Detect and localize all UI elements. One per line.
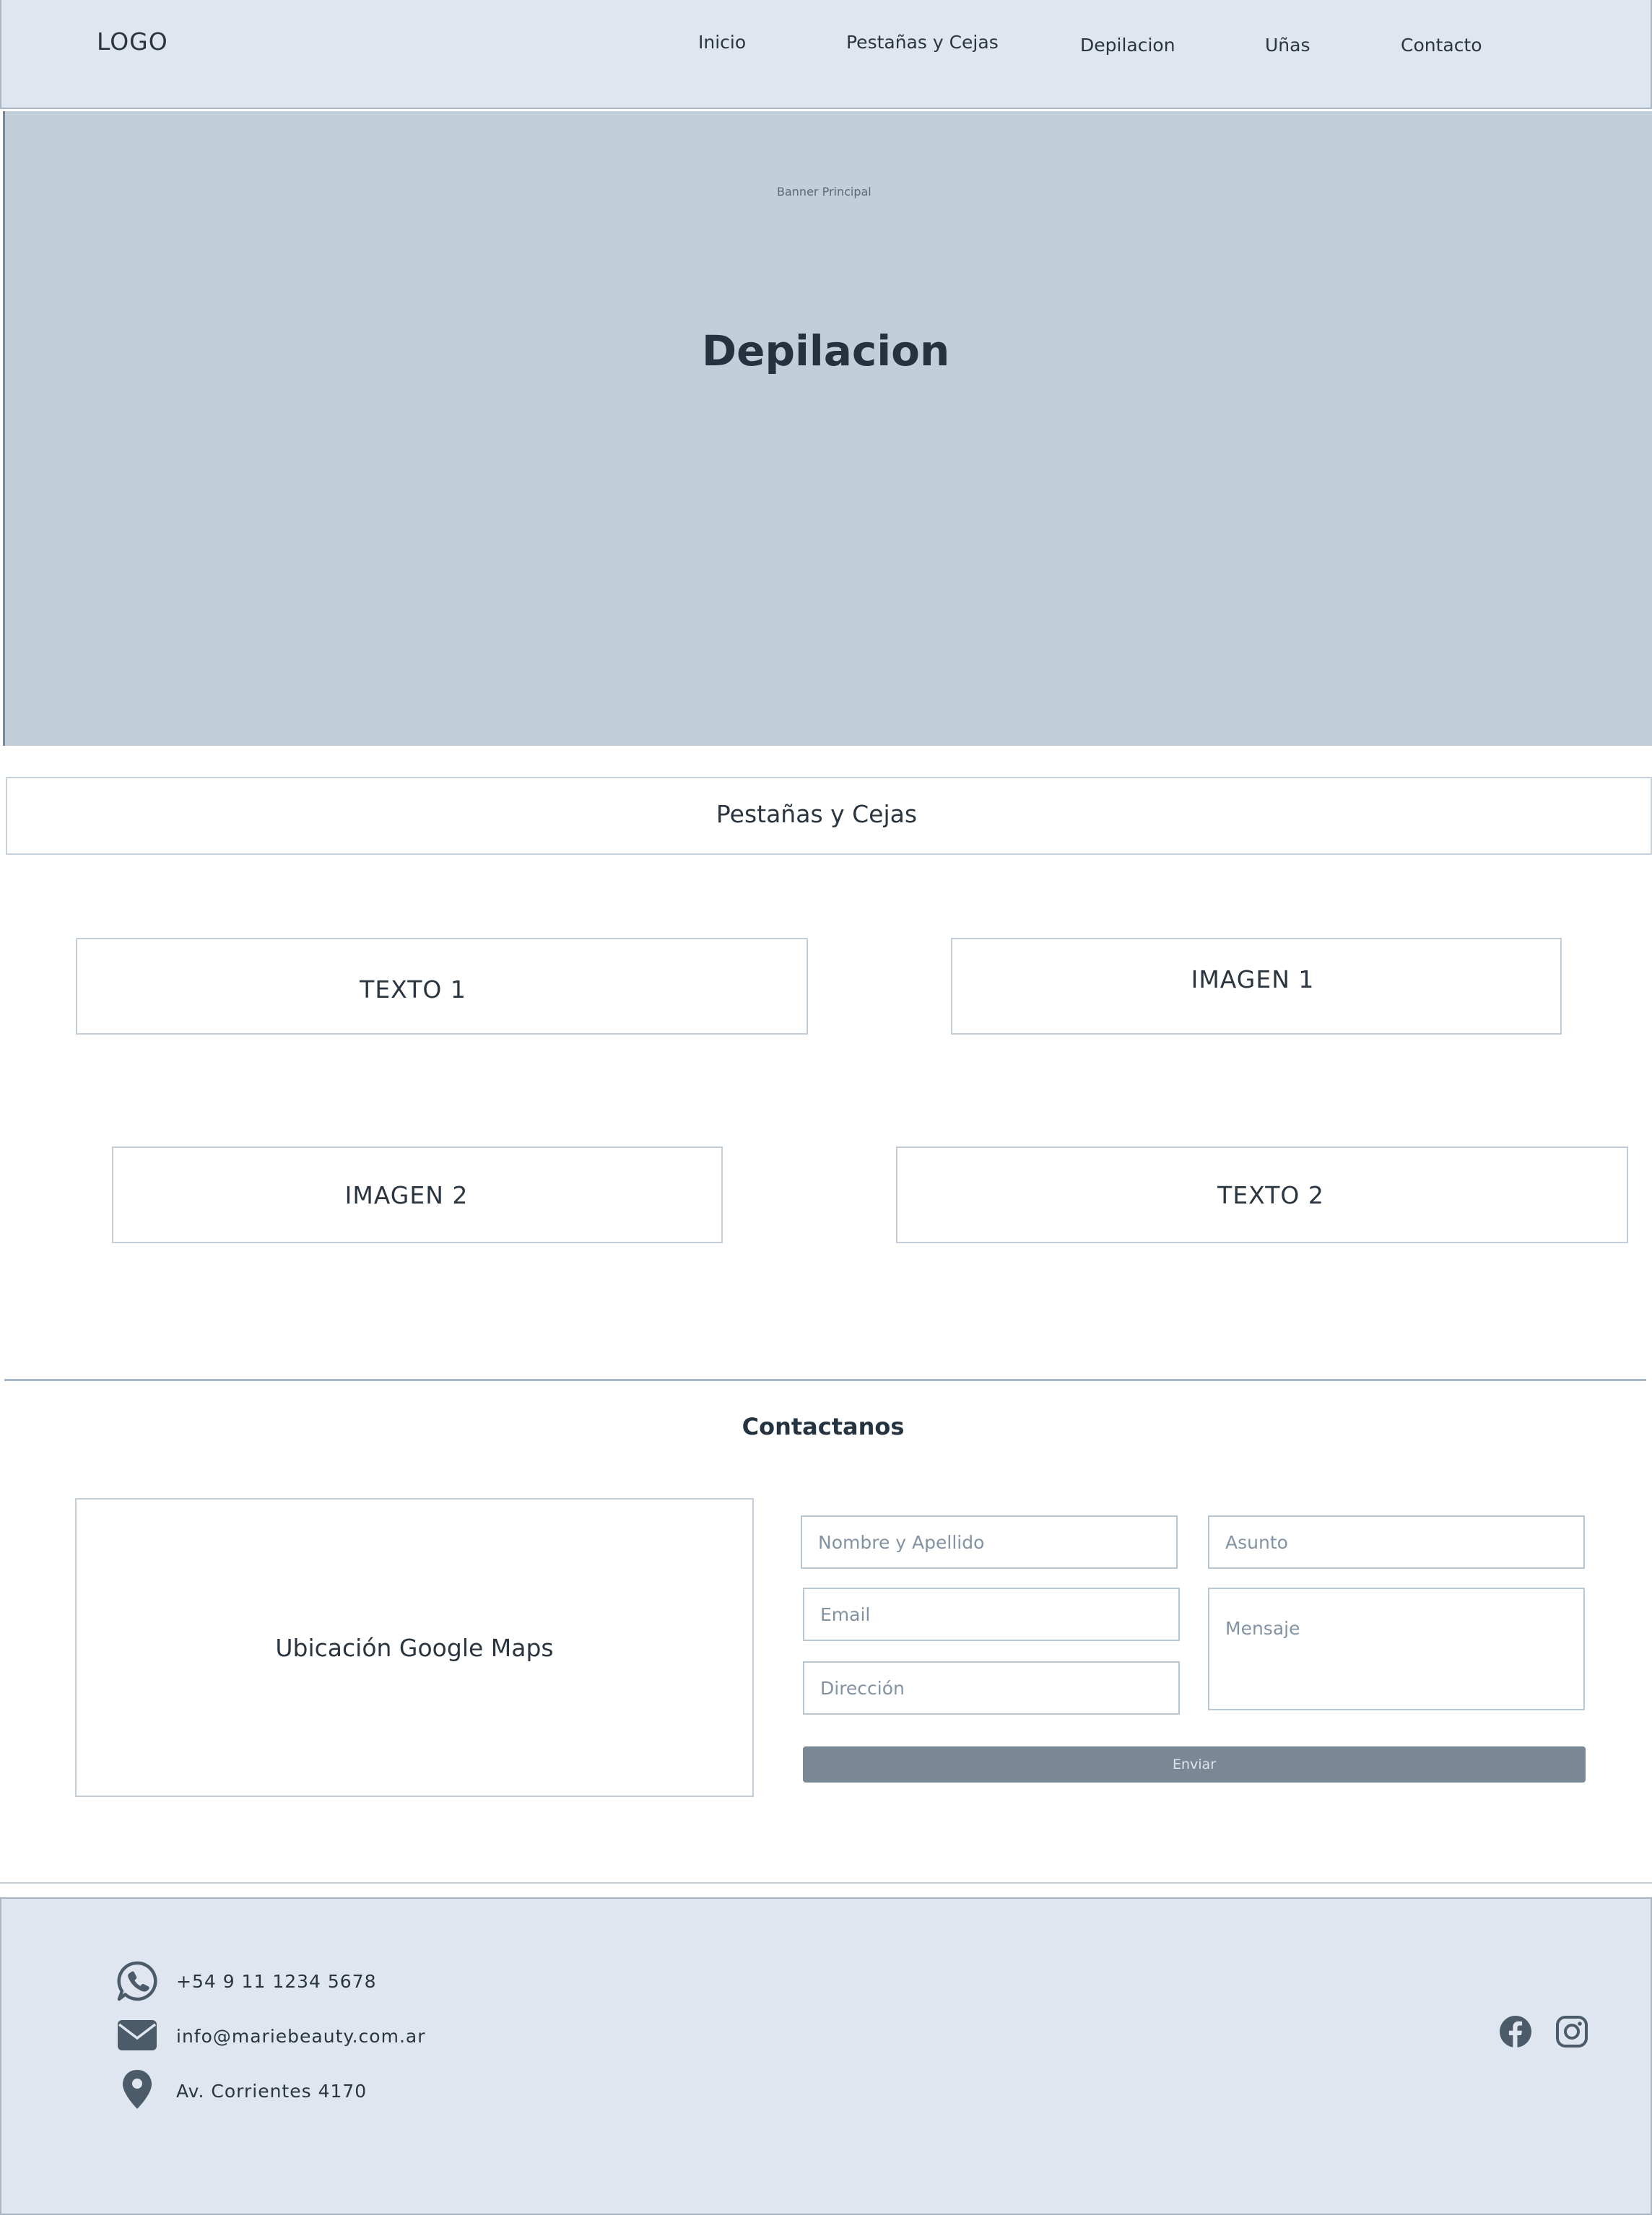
text-card-1-label: TEXTO 1 (360, 975, 466, 1004)
map-label: Ubicación Google Maps (275, 1633, 554, 1662)
email-input[interactable] (803, 1588, 1180, 1641)
image-card-2: IMAGEN 2 (112, 1146, 723, 1243)
content-bottom-line (0, 1882, 1652, 1884)
facebook-icon[interactable] (1499, 2015, 1532, 2048)
image-card-2-label: IMAGEN 2 (344, 1180, 469, 1209)
image-card-1: IMAGEN 1 (951, 938, 1562, 1035)
nav-item-pestanas-cejas[interactable]: Pestañas y Cejas (846, 32, 999, 53)
section-title: Pestañas y Cejas (716, 800, 918, 828)
image-card-1-label: IMAGEN 1 (1191, 965, 1315, 993)
footer (0, 1897, 1652, 2215)
page-title: Depilacion (702, 326, 950, 375)
address-input[interactable] (803, 1661, 1180, 1715)
message-textarea[interactable] (1208, 1588, 1585, 1710)
whatsapp-icon[interactable] (116, 1959, 159, 2003)
map-placeholder[interactable]: Ubicación Google Maps (75, 1498, 754, 1797)
section-divider (4, 1379, 1646, 1381)
name-input[interactable] (801, 1515, 1178, 1569)
subject-input[interactable] (1208, 1515, 1585, 1569)
instagram-icon[interactable] (1555, 2015, 1588, 2048)
footer-address: Av. Corrientes 4170 (176, 2081, 368, 2102)
footer-email[interactable]: info@mariebeauty.com.ar (176, 2026, 426, 2047)
text-card-2: TEXTO 2 (896, 1146, 1628, 1243)
nav-item-inicio[interactable]: Inicio (698, 32, 746, 53)
text-card-2-label: TEXTO 2 (1217, 1180, 1324, 1209)
logo[interactable]: LOGO (97, 27, 168, 56)
main-banner (3, 111, 1652, 746)
location-pin-icon[interactable] (116, 2068, 159, 2111)
nav-item-unas[interactable]: Uñas (1265, 35, 1310, 56)
banner-label: Banner Principal (777, 185, 871, 199)
contact-title: Contactanos (742, 1413, 905, 1440)
nav-item-contacto[interactable]: Contacto (1401, 35, 1482, 56)
mail-icon[interactable] (116, 2014, 159, 2058)
nav-item-depilacion[interactable]: Depilacion (1080, 35, 1175, 56)
send-button[interactable]: Enviar (803, 1746, 1586, 1783)
footer-phone: +54 9 11 1234 5678 (176, 1971, 377, 1992)
text-card-1: TEXTO 1 (76, 938, 808, 1035)
